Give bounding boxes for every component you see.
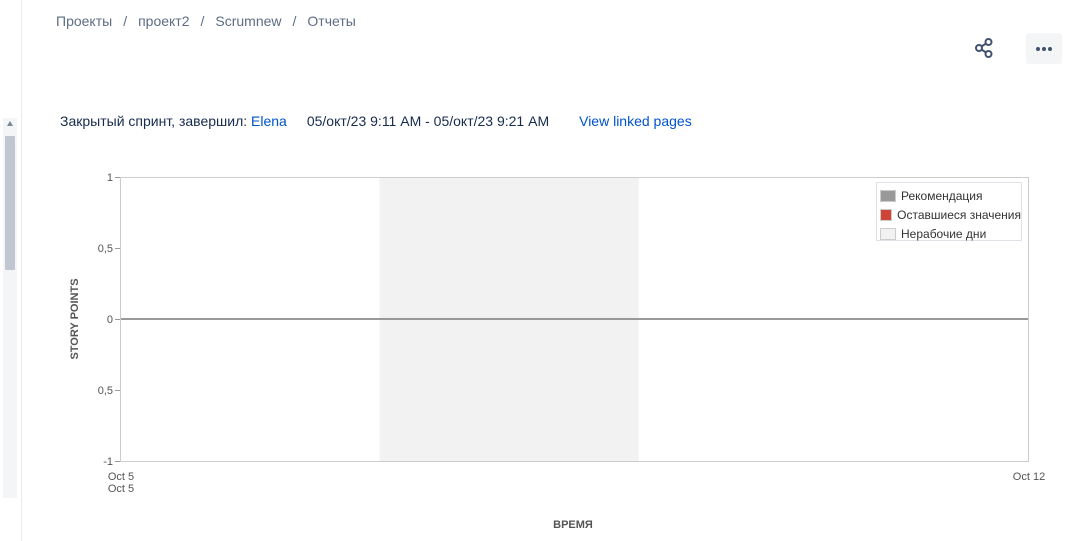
legend-item-non-working[interactable]: Нерабочие дни xyxy=(880,224,1021,243)
x-axis-label: ВРЕМЯ xyxy=(553,519,593,531)
y-tick-label: 1 xyxy=(107,172,113,184)
y-tick-label: 0,5 xyxy=(98,243,113,255)
x-axis-ticks: Oct 5Oct 5 Oct 12 xyxy=(108,471,1045,495)
legend-swatch xyxy=(880,189,896,202)
y-axis-ticks: 1 0,5 0 0,5 -1 xyxy=(98,172,120,468)
legend-label: Нерабочие дни xyxy=(901,226,987,241)
legend-swatch xyxy=(880,227,896,240)
y-tick-label: -1 xyxy=(103,456,113,468)
x-tick-label: Oct 5 xyxy=(108,471,134,483)
x-tick-sublabel: Oct 5 xyxy=(108,483,134,495)
burndown-chart: 1 0,5 0 0,5 -1 Oct 5Oct 5 Oct 12 STORY POINTS… xyxy=(69,172,1045,531)
chart-legend: Рекомендация Оставшиеся значения Нерабоч… xyxy=(876,182,1022,241)
y-tick-label: 0 xyxy=(107,314,113,326)
legend-item-guideline[interactable]: Рекомендация xyxy=(880,186,1021,205)
y-tick-label: 0,5 xyxy=(98,385,113,397)
x-tick-label: Oct 12 xyxy=(1013,471,1045,483)
y-axis-label: STORY POINTS xyxy=(69,278,81,359)
legend-label: Оставшиеся значения xyxy=(897,207,1021,222)
legend-item-remaining[interactable]: Оставшиеся значения xyxy=(880,205,1021,224)
legend-swatch xyxy=(880,208,893,221)
legend-label: Рекомендация xyxy=(901,188,983,203)
